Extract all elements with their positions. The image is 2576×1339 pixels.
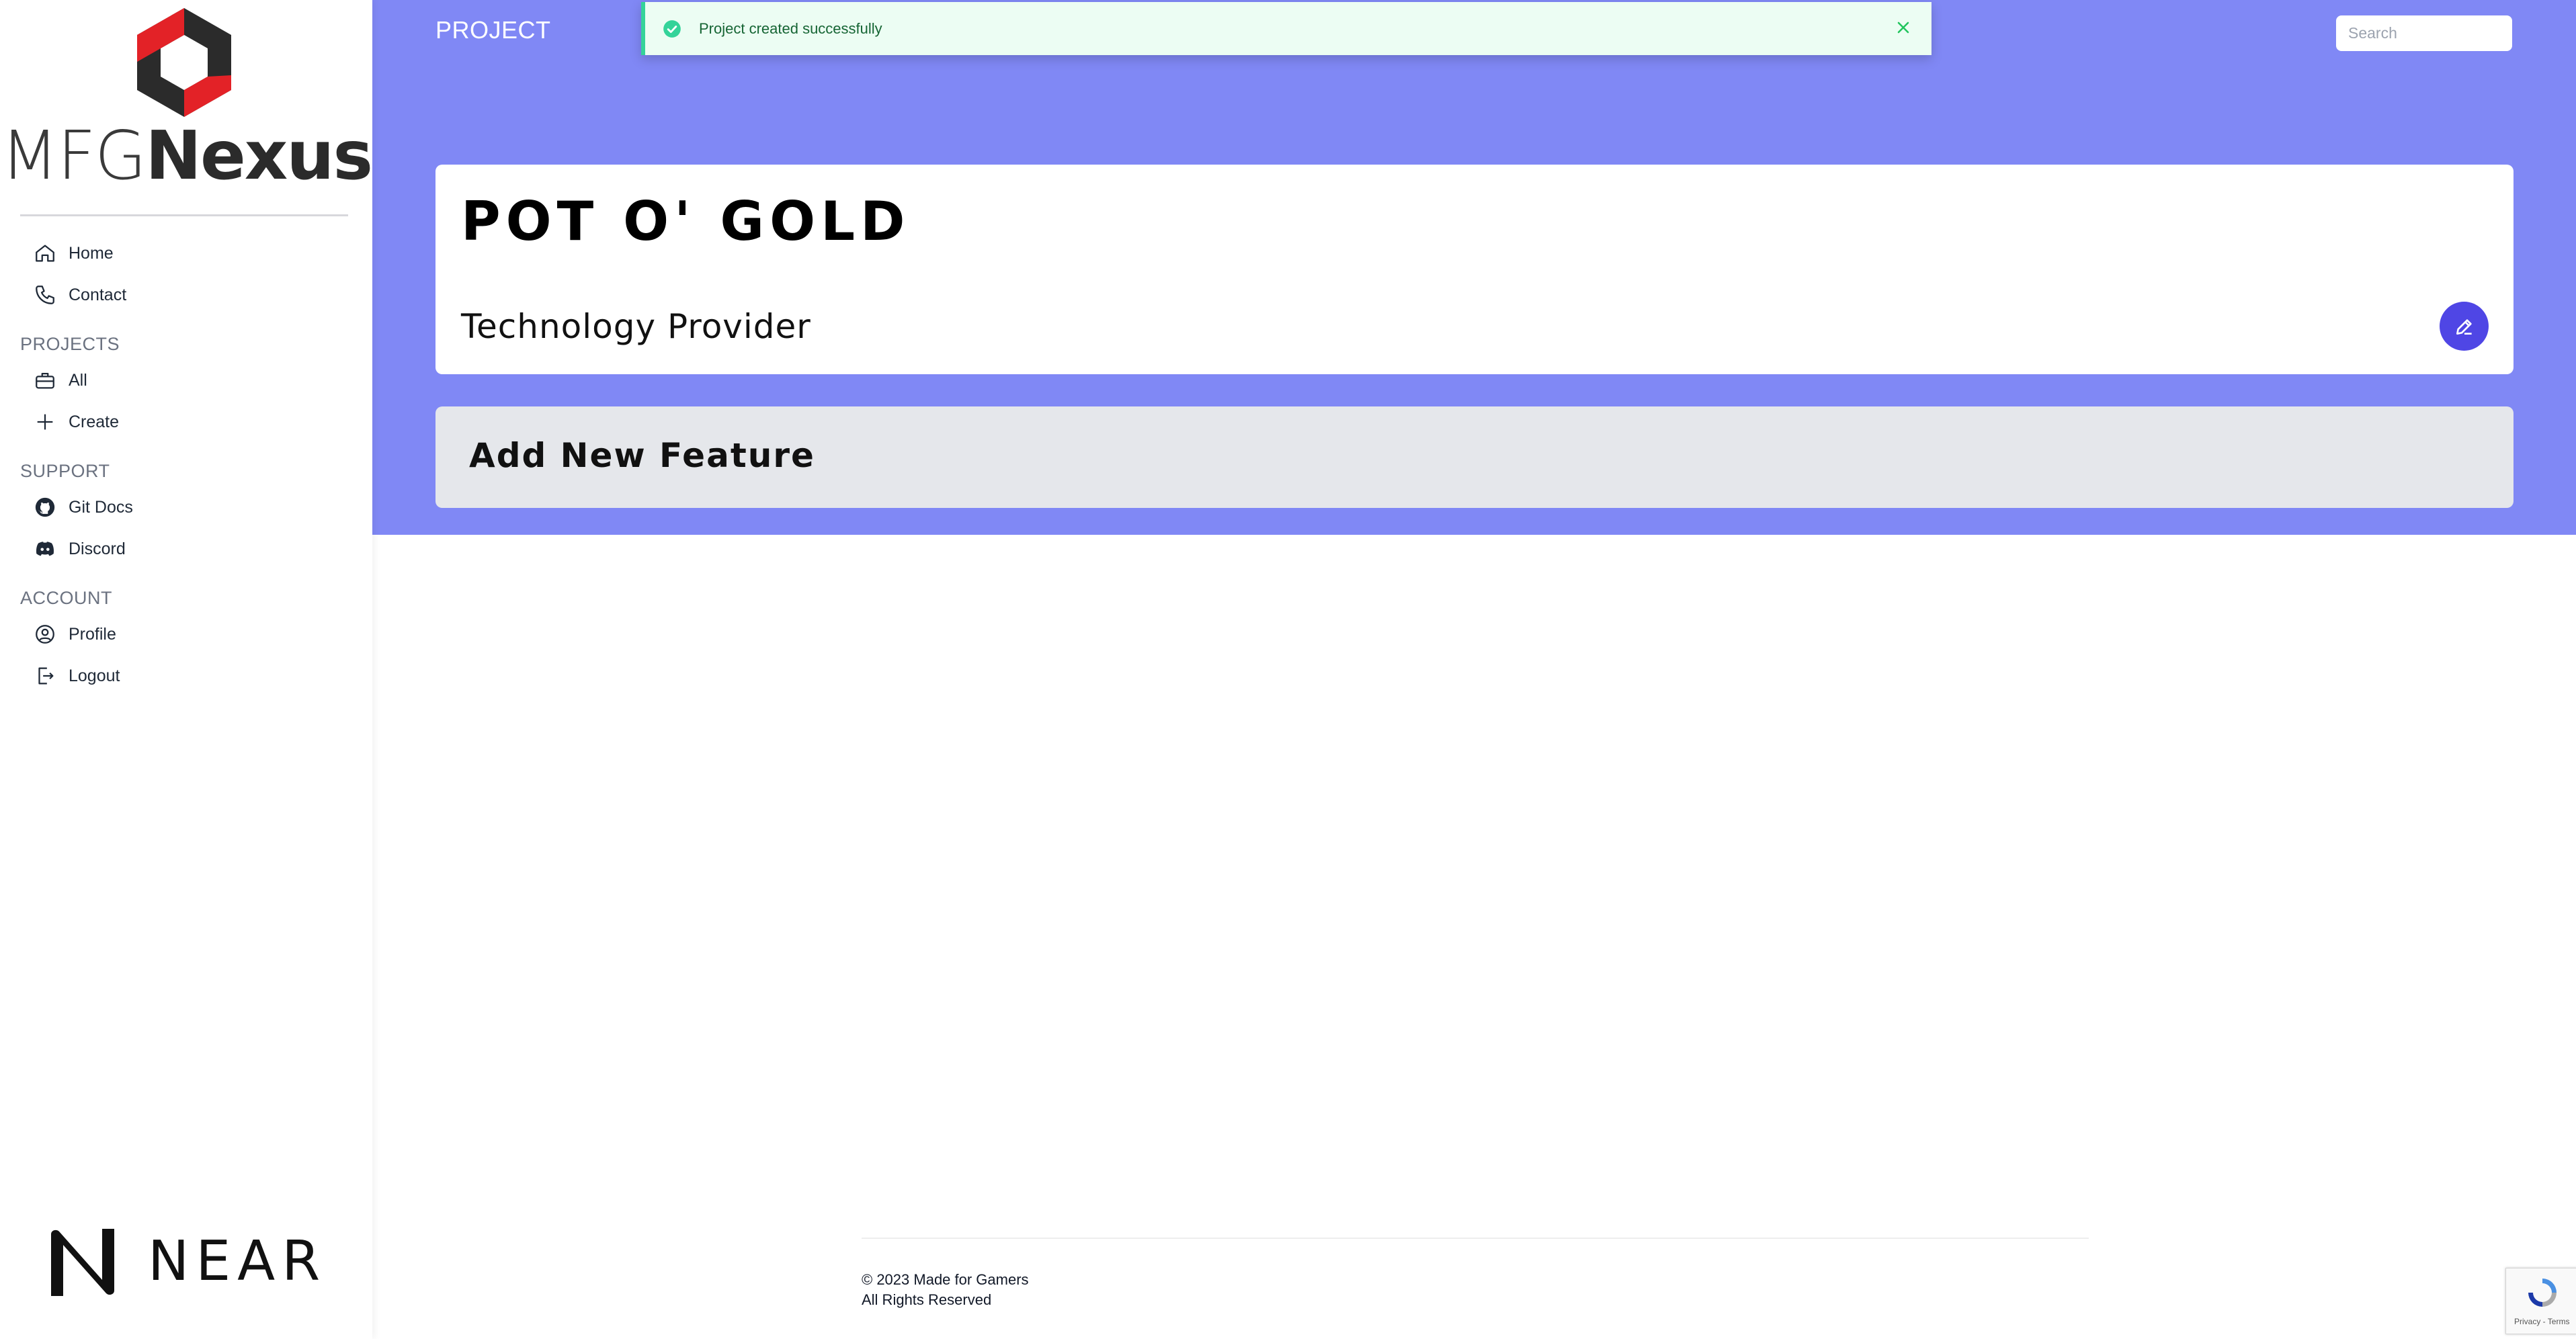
- brand-wordmark-thin: MFG: [0, 116, 147, 195]
- sidebar-item-label: Profile: [69, 624, 116, 644]
- pencil-icon: [2456, 318, 2472, 335]
- plus-icon: [37, 414, 53, 430]
- edit-project-button[interactable]: [2440, 302, 2489, 351]
- sidebar-item-profile[interactable]: Profile: [34, 617, 116, 651]
- sidebar-item-logout[interactable]: Logout: [34, 659, 120, 693]
- project-category: Technology Provider: [461, 307, 811, 346]
- recaptcha-badge[interactable]: Privacy - Terms: [2505, 1268, 2576, 1334]
- project-card: POT O' GOLD Technology Provider: [435, 165, 2513, 374]
- sidebar: MFGNexus Home Contact PROJECTS All Creat…: [0, 0, 373, 1339]
- sidebar-item-create-project[interactable]: Create: [34, 405, 119, 439]
- sidebar-item-label: Contact: [69, 285, 127, 304]
- sidebar-item-contact[interactable]: Contact: [34, 278, 126, 312]
- check-circle-icon: [663, 19, 681, 38]
- briefcase-icon: [36, 372, 54, 389]
- sidebar-item-discord[interactable]: Discord: [34, 532, 126, 566]
- footer-copyright: © 2023 Made for Gamers: [862, 1271, 1029, 1288]
- footer-rights: All Rights Reserved: [862, 1291, 992, 1308]
- toast-message: Project created successfully: [699, 19, 882, 37]
- sidebar-item-label: All: [69, 370, 87, 390]
- sidebar-item-label: Create: [69, 412, 120, 431]
- near-logo[interactable]: NEAR: [47, 1225, 323, 1300]
- sidebar-item-label: Logout: [69, 666, 120, 685]
- sidebar-item-label: Git Docs: [69, 497, 133, 517]
- brand-wordmark-bold: Nexus: [145, 116, 373, 195]
- section-title-support: SUPPORT: [20, 461, 110, 481]
- brand-logo-mark: [137, 8, 231, 117]
- close-icon[interactable]: [1894, 18, 1913, 37]
- logout-icon: [38, 667, 54, 685]
- add-feature-button[interactable]: Add New Feature: [435, 406, 2513, 508]
- section-title-account: ACCOUNT: [20, 588, 112, 608]
- recaptcha-links[interactable]: Privacy - Terms: [2514, 1317, 2569, 1326]
- search-input[interactable]: [2336, 15, 2512, 51]
- recaptcha-icon: [2528, 1279, 2557, 1307]
- success-toast: Project created successfully: [641, 2, 1931, 55]
- brand-wordmark: MFGNexus: [0, 116, 373, 196]
- svg-text:NEAR: NEAR: [148, 1229, 323, 1293]
- github-icon: [35, 497, 55, 517]
- project-title: POT O' GOLD: [461, 190, 911, 253]
- sidebar-item-git-docs[interactable]: Git Docs: [34, 490, 133, 524]
- user-circle-icon: [36, 625, 54, 644]
- sidebar-item-all-projects[interactable]: All: [34, 363, 87, 397]
- sidebar-item-label: Discord: [69, 539, 126, 558]
- home-icon: [36, 245, 54, 262]
- sidebar-item-home[interactable]: Home: [34, 236, 114, 270]
- section-title-projects: PROJECTS: [20, 334, 120, 354]
- add-feature-label: Add New Feature: [469, 436, 815, 475]
- page-title: PROJECT: [435, 16, 551, 44]
- sidebar-item-label: Home: [69, 243, 114, 263]
- brand-logo[interactable]: MFGNexus: [0, 0, 373, 202]
- discord-icon: [36, 542, 54, 556]
- footer-divider: [862, 1238, 2089, 1239]
- phone-icon: [36, 286, 54, 304]
- sidebar-divider: [20, 214, 348, 216]
